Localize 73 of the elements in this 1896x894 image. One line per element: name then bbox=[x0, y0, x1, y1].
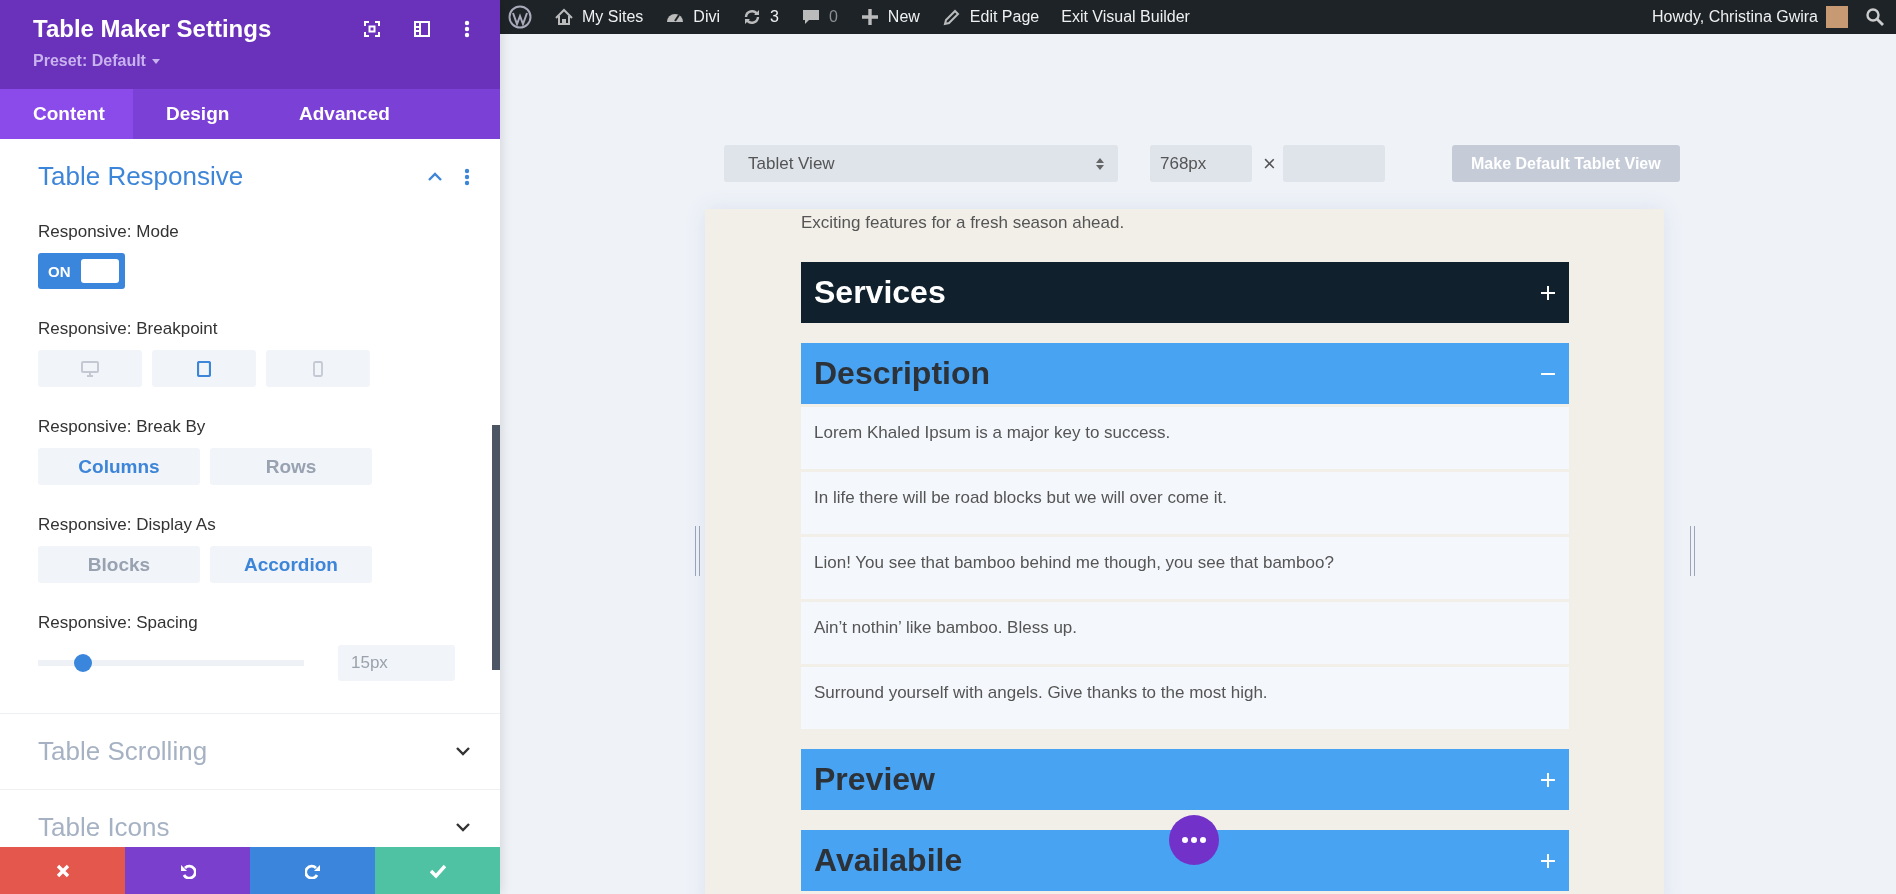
sites-icon bbox=[554, 7, 574, 27]
toolbar-link[interactable]: 0 bbox=[800, 7, 838, 27]
plus-icon bbox=[1540, 852, 1556, 869]
accordion-title: Description bbox=[814, 355, 991, 392]
accordion-title: Preview bbox=[814, 761, 935, 798]
check-icon bbox=[429, 862, 446, 879]
toggle-switch[interactable]: ON bbox=[38, 253, 125, 289]
table-cell: In life there will be road blocks but we will over come it. bbox=[801, 472, 1569, 534]
resize-handle[interactable] bbox=[1690, 526, 1695, 576]
table-cell: Lion! You see that bamboo behind me though, you see that bamboo? bbox=[801, 537, 1569, 599]
comment-icon bbox=[800, 7, 821, 27]
desktop-icon bbox=[81, 360, 99, 377]
times-sign: × bbox=[1263, 150, 1276, 177]
option-button[interactable]: Accordion bbox=[210, 546, 372, 583]
accordion-title: Services bbox=[814, 274, 946, 311]
avatar-placeholder bbox=[1826, 6, 1848, 28]
field-label: Responsive: Display As bbox=[38, 515, 217, 535]
option-button[interactable]: Columns bbox=[38, 448, 200, 485]
refresh-icon bbox=[742, 7, 762, 27]
search-icon[interactable] bbox=[1866, 8, 1884, 26]
toolbar-link[interactable]: My Sites bbox=[554, 7, 644, 27]
sidebar-layout-icon[interactable] bbox=[414, 21, 430, 37]
redo-icon bbox=[304, 862, 321, 879]
more-icon[interactable] bbox=[464, 167, 470, 186]
tablet-icon bbox=[197, 360, 211, 377]
more-icon[interactable] bbox=[464, 20, 470, 38]
view-select[interactable]: Tablet View bbox=[724, 145, 1118, 182]
tab[interactable]: Design bbox=[133, 89, 266, 139]
toolbar-link[interactable]: Divi bbox=[665, 7, 720, 27]
plus-icon bbox=[859, 7, 880, 27]
plus-icon bbox=[1540, 284, 1556, 301]
accordion-header[interactable]: Preview bbox=[801, 749, 1569, 810]
field-label: Responsive: Spacing bbox=[38, 613, 199, 633]
minus-icon bbox=[1540, 372, 1556, 375]
toolbar-link[interactable]: 3 bbox=[742, 7, 779, 27]
chevron-up-icon[interactable] bbox=[428, 172, 442, 181]
phone-icon bbox=[313, 360, 323, 377]
account-link[interactable]: Howdy, Christina Gwira bbox=[1652, 6, 1848, 28]
close-icon bbox=[54, 862, 71, 879]
focus-icon[interactable] bbox=[364, 21, 380, 37]
preset-dropdown[interactable]: Preset: Default bbox=[33, 52, 272, 70]
more-options-button[interactable] bbox=[1168, 814, 1220, 866]
accordion-header[interactable]: Description bbox=[801, 343, 1569, 404]
section-title[interactable]: Table Responsive bbox=[38, 161, 244, 192]
field-label: Responsive: Breakpoint bbox=[38, 319, 219, 339]
scrollbar-thumb[interactable] bbox=[492, 425, 500, 670]
pencil-icon bbox=[941, 7, 962, 27]
toolbar-link[interactable]: New bbox=[859, 7, 920, 27]
accordion-header[interactable]: Services bbox=[801, 262, 1569, 323]
accordion-title: Availabile bbox=[814, 842, 963, 879]
undo-icon bbox=[179, 862, 196, 879]
sort-arrows-icon bbox=[1096, 157, 1104, 170]
chevron-down-icon[interactable] bbox=[456, 747, 470, 756]
field-label: Responsive: Mode bbox=[38, 222, 180, 242]
plus-icon bbox=[1540, 771, 1556, 788]
panel-title: Table Maker Settings bbox=[33, 15, 272, 43]
table-cell: Ain’t nothin’ like bamboo. Bless up. bbox=[801, 602, 1569, 664]
resize-handle[interactable] bbox=[695, 526, 700, 576]
table-cell: Lorem Khaled Ipsum is a major key to success. bbox=[801, 407, 1569, 469]
caret-icon bbox=[151, 58, 160, 64]
accordion-header[interactable]: Availabile bbox=[801, 830, 1569, 891]
slider-thumb[interactable] bbox=[74, 654, 93, 672]
toolbar-link[interactable]: Exit Visual Builder bbox=[1061, 8, 1190, 26]
chevron-down-icon[interactable] bbox=[456, 823, 470, 832]
tab[interactable]: Advanced bbox=[266, 89, 423, 139]
tab[interactable]: Content bbox=[0, 89, 133, 139]
breakpoint-button[interactable] bbox=[152, 350, 256, 387]
toolbar-link[interactable]: Edit Page bbox=[941, 7, 1040, 27]
table-cell: Surround yourself with angels. Give thanks to the most high. bbox=[801, 667, 1569, 729]
tagline-text: Exciting features for a fresh season ahead. bbox=[801, 212, 1126, 234]
width-field[interactable]: 768px bbox=[1150, 145, 1252, 182]
wordpress-logo-icon[interactable] bbox=[508, 5, 532, 29]
field-label: Responsive: Break By bbox=[38, 417, 207, 437]
